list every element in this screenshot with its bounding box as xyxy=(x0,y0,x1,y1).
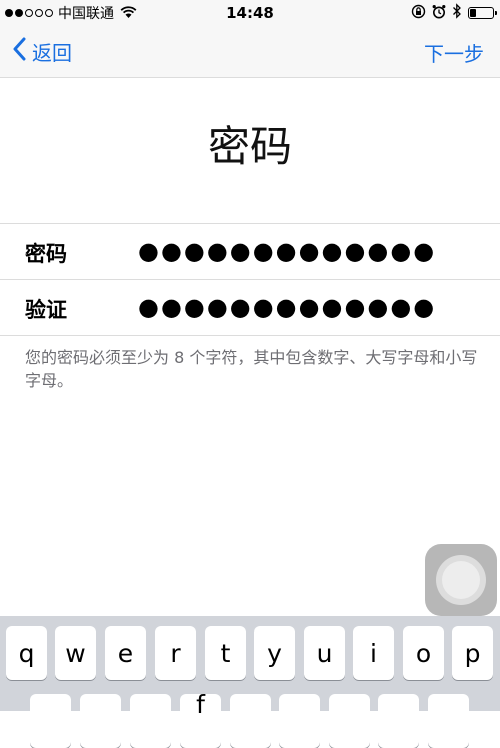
key-d[interactable] xyxy=(130,694,171,748)
key-i[interactable]: i xyxy=(353,626,394,680)
key-o[interactable]: o xyxy=(403,626,444,680)
key-j[interactable] xyxy=(329,694,370,748)
key-e[interactable]: e xyxy=(105,626,146,680)
key-g[interactable] xyxy=(230,694,271,748)
key-f[interactable]: f xyxy=(180,690,221,748)
alarm-icon xyxy=(432,4,446,23)
status-right xyxy=(411,3,497,23)
verify-row: 验证 xyxy=(0,279,500,336)
assistive-touch-inner-ring xyxy=(442,561,480,599)
key-p[interactable]: p xyxy=(452,626,493,680)
key-r[interactable]: r xyxy=(155,626,196,680)
key-f-label: f xyxy=(196,690,205,719)
key-t[interactable]: t xyxy=(205,626,246,680)
key-y[interactable]: y xyxy=(254,626,295,680)
key-l[interactable] xyxy=(428,694,469,748)
key-q[interactable]: q xyxy=(6,626,47,680)
assistive-touch-button[interactable] xyxy=(425,544,497,616)
navigation-bar: 返回 下一步 xyxy=(0,26,500,78)
key-u[interactable]: u xyxy=(304,626,345,680)
verify-password-field[interactable] xyxy=(138,290,478,324)
key-w[interactable]: w xyxy=(55,626,96,680)
back-button-label: 返回 xyxy=(32,41,72,65)
verify-label: 验证 xyxy=(25,298,67,322)
keyboard: q w e r t y u i o p f xyxy=(0,616,500,748)
status-bar: 中国联通 14:48 xyxy=(0,0,500,26)
page-title: 密码 xyxy=(207,122,292,171)
password-field[interactable] xyxy=(138,234,478,268)
bluetooth-icon xyxy=(452,3,462,23)
password-form: 密码 验证 xyxy=(0,223,500,336)
next-button[interactable]: 下一步 xyxy=(424,38,484,67)
battery-level xyxy=(470,9,476,17)
battery-icon xyxy=(468,7,497,19)
key-h[interactable] xyxy=(279,694,320,748)
password-label: 密码 xyxy=(25,242,67,266)
key-a[interactable] xyxy=(30,694,71,748)
key-s[interactable] xyxy=(80,694,121,748)
orientation-lock-icon xyxy=(411,4,426,23)
back-button[interactable]: 返回 xyxy=(12,37,72,66)
password-row: 密码 xyxy=(0,223,500,279)
chevron-left-icon xyxy=(12,37,32,66)
key-k[interactable] xyxy=(378,694,419,748)
password-requirements-hint: 您的密码必须至少为 8 个字符，其中包含数字、大写字母和小写字母。 xyxy=(25,348,478,390)
